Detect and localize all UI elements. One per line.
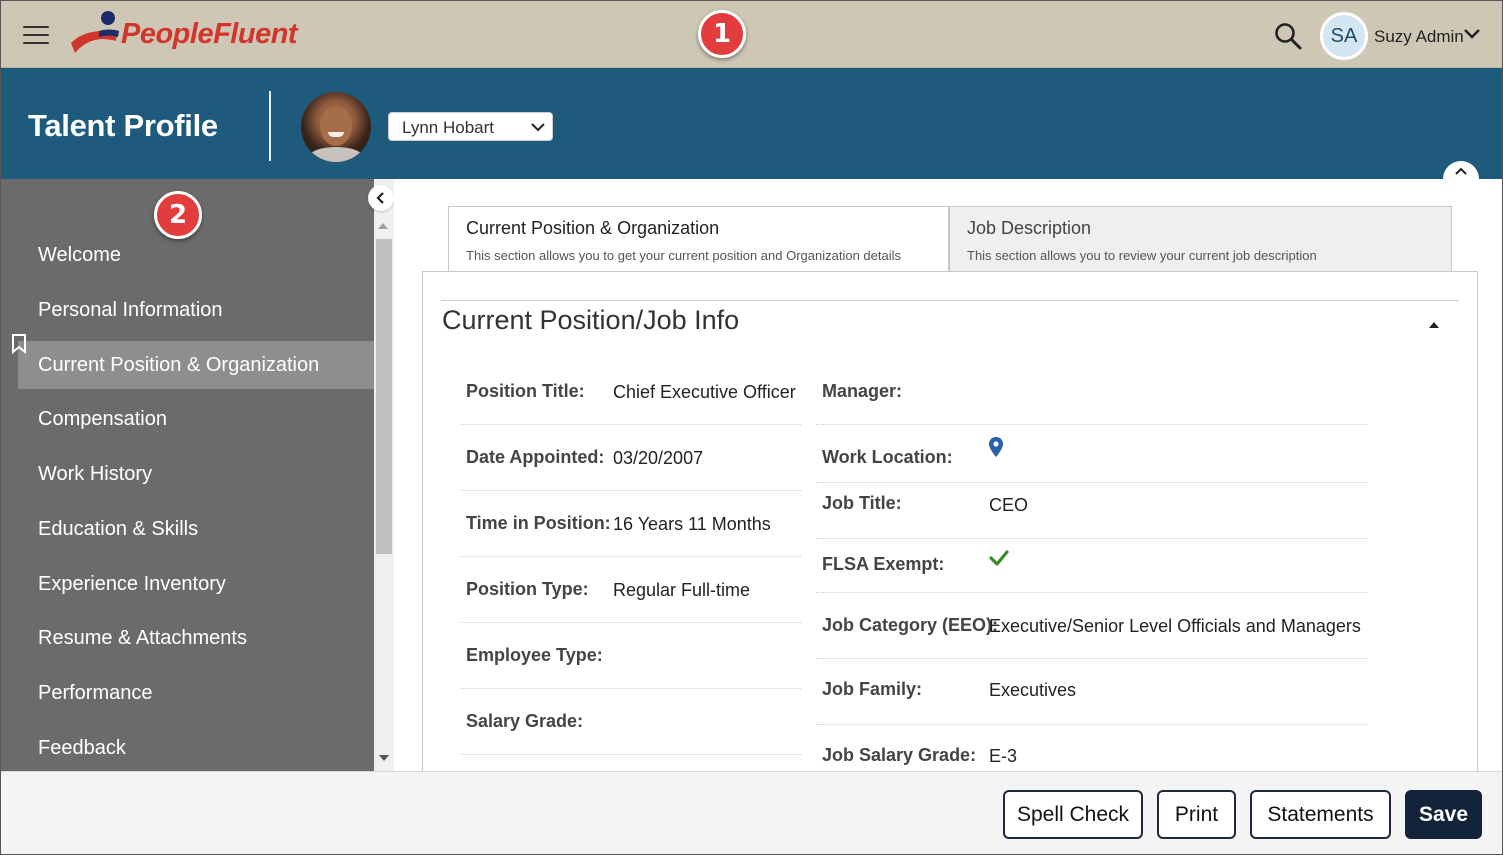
sidebar-scrollbar[interactable] bbox=[374, 179, 394, 771]
scroll-down-arrow-icon[interactable] bbox=[379, 755, 389, 761]
field-label: Job Category (EEO): bbox=[822, 615, 999, 635]
hamburger-menu-icon[interactable] bbox=[23, 26, 49, 46]
field-label: Position Type: bbox=[466, 579, 589, 599]
sidebar: Welcome Personal Information Current Pos… bbox=[1, 179, 374, 771]
save-button[interactable]: Save bbox=[1405, 790, 1482, 839]
search-icon[interactable] bbox=[1273, 21, 1303, 51]
field-label: Date Appointed: bbox=[466, 447, 605, 467]
tab-subtitle: This section allows you to get your curr… bbox=[466, 248, 902, 263]
field-manager: Manager: bbox=[816, 359, 1368, 425]
sidebar-item-education-skills[interactable]: Education & Skills bbox=[18, 505, 374, 553]
user-name[interactable]: Suzy Admin bbox=[1374, 27, 1464, 47]
chevron-down-icon bbox=[531, 123, 545, 132]
field-value: CEO bbox=[989, 495, 1029, 515]
field-work-location: Work Location: bbox=[816, 425, 1368, 483]
top-bar: PeopleFluent 1 SA Suzy Admin bbox=[1, 1, 1502, 68]
field-label: Job Family: bbox=[822, 679, 923, 699]
tab-strip: Current Position & Organization This sec… bbox=[448, 206, 1452, 272]
sidebar-item-personal-information[interactable]: Personal Information bbox=[18, 286, 374, 334]
field-value: Regular Full-time bbox=[613, 580, 751, 600]
field-employee-type: Employee Type: bbox=[460, 623, 801, 689]
footer-bar: Spell Check Print Statements Save bbox=[1, 771, 1502, 854]
sidebar-item-performance[interactable]: Performance bbox=[18, 669, 374, 717]
tab-subtitle: This section allows you to review your c… bbox=[967, 248, 1317, 263]
chevron-up-icon bbox=[1455, 167, 1467, 175]
user-avatar[interactable]: SA bbox=[1320, 12, 1368, 60]
scroll-up-arrow-icon[interactable] bbox=[378, 223, 388, 229]
spell-check-button[interactable]: Spell Check bbox=[1003, 790, 1143, 839]
chevron-left-icon bbox=[376, 192, 384, 204]
chevron-down-icon[interactable] bbox=[1463, 27, 1481, 41]
field-value: Executives bbox=[989, 680, 1077, 700]
section-title: Current Position/Job Info bbox=[442, 305, 740, 335]
header-divider bbox=[269, 91, 271, 161]
field-flsa-exempt: FLSA Exempt: bbox=[816, 539, 1368, 593]
field-job-family: Job Family: Executives bbox=[816, 659, 1368, 725]
collapse-sidebar-button[interactable] bbox=[368, 185, 394, 211]
collapse-section-icon[interactable] bbox=[1429, 322, 1439, 328]
field-value: 16 Years 11 Months bbox=[613, 514, 771, 534]
tab-job-description[interactable]: Job Description This section allows you … bbox=[949, 206, 1452, 272]
field-job-salary-grade: Job Salary Grade: E-3 bbox=[816, 725, 1368, 771]
logo-mark-icon bbox=[71, 11, 119, 53]
checkmark-icon bbox=[989, 550, 1009, 566]
peoplefluent-logo[interactable]: PeopleFluent bbox=[69, 9, 309, 59]
main-content: Current Position & Organization This sec… bbox=[394, 179, 1502, 771]
field-label: Employee Type: bbox=[466, 645, 603, 665]
app-window: PeopleFluent 1 SA Suzy Admin Talent Prof… bbox=[0, 0, 1503, 855]
step-badge-1: 1 bbox=[698, 10, 746, 58]
page-title: Talent Profile bbox=[28, 108, 218, 143]
field-label: Position Title: bbox=[466, 381, 585, 401]
field-position-title: Position Title: Chief Executive Officer bbox=[460, 359, 801, 425]
field-value: 03/20/2007 bbox=[613, 448, 704, 468]
page-header: Talent Profile Lynn Hobart bbox=[1, 68, 1502, 179]
field-job-category: Job Category (EEO): Executive/Senior Lev… bbox=[816, 593, 1368, 659]
bookmark-icon[interactable] bbox=[11, 334, 27, 354]
sidebar-item-welcome[interactable]: Welcome bbox=[18, 231, 374, 279]
field-label: Time in Position: bbox=[466, 513, 611, 533]
sidebar-item-experience-inventory[interactable]: Experience Inventory bbox=[18, 560, 374, 608]
profile-photo bbox=[301, 92, 371, 162]
sidebar-item-resume-attachments[interactable]: Resume & Attachments bbox=[18, 614, 374, 662]
field-label: Job Salary Grade: bbox=[822, 745, 977, 765]
print-button[interactable]: Print bbox=[1157, 790, 1236, 839]
field-position-type: Position Type: Regular Full-time bbox=[460, 557, 801, 623]
scroll-thumb[interactable] bbox=[376, 239, 392, 554]
section-divider bbox=[441, 300, 1459, 301]
field-value: Chief Executive Officer bbox=[613, 382, 796, 402]
sidebar-item-compensation[interactable]: Compensation bbox=[18, 395, 374, 443]
tab-title: Job Description bbox=[967, 218, 1092, 238]
field-label: Manager: bbox=[822, 381, 903, 401]
field-time-in-position: Time in Position: 16 Years 11 Months bbox=[460, 491, 801, 557]
sidebar-item-work-history[interactable]: Work History bbox=[18, 450, 374, 498]
logo-text: PeopleFluent bbox=[121, 18, 298, 50]
field-label: Job Title: bbox=[822, 493, 902, 513]
field-label: FLSA Exempt: bbox=[822, 554, 945, 574]
person-select-value: Lynn Hobart bbox=[402, 118, 494, 137]
field-date-appointed: Date Appointed: 03/20/2007 bbox=[460, 425, 801, 491]
field-label: Work Location: bbox=[822, 447, 953, 467]
job-info-panel: Current Position/Job Info Position Title… bbox=[422, 271, 1478, 771]
sidebar-item-current-position[interactable]: Current Position & Organization bbox=[18, 341, 374, 389]
field-value: E-3 bbox=[989, 746, 1018, 766]
field-value: Executive/Senior Level Officials and Man… bbox=[989, 616, 1361, 636]
field-label: Salary Grade: bbox=[466, 711, 584, 731]
location-pin-icon[interactable] bbox=[989, 437, 1003, 457]
tab-title: Current Position & Organization bbox=[466, 218, 720, 238]
sidebar-item-feedback[interactable]: Feedback bbox=[18, 724, 374, 772]
statements-button[interactable]: Statements bbox=[1250, 790, 1391, 839]
step-badge-2: 2 bbox=[154, 191, 202, 239]
tab-current-position[interactable]: Current Position & Organization This sec… bbox=[448, 206, 949, 272]
person-select[interactable]: Lynn Hobart bbox=[388, 112, 553, 141]
field-salary-grade: Salary Grade: bbox=[460, 689, 801, 755]
field-job-title: Job Title: CEO bbox=[816, 483, 1368, 539]
